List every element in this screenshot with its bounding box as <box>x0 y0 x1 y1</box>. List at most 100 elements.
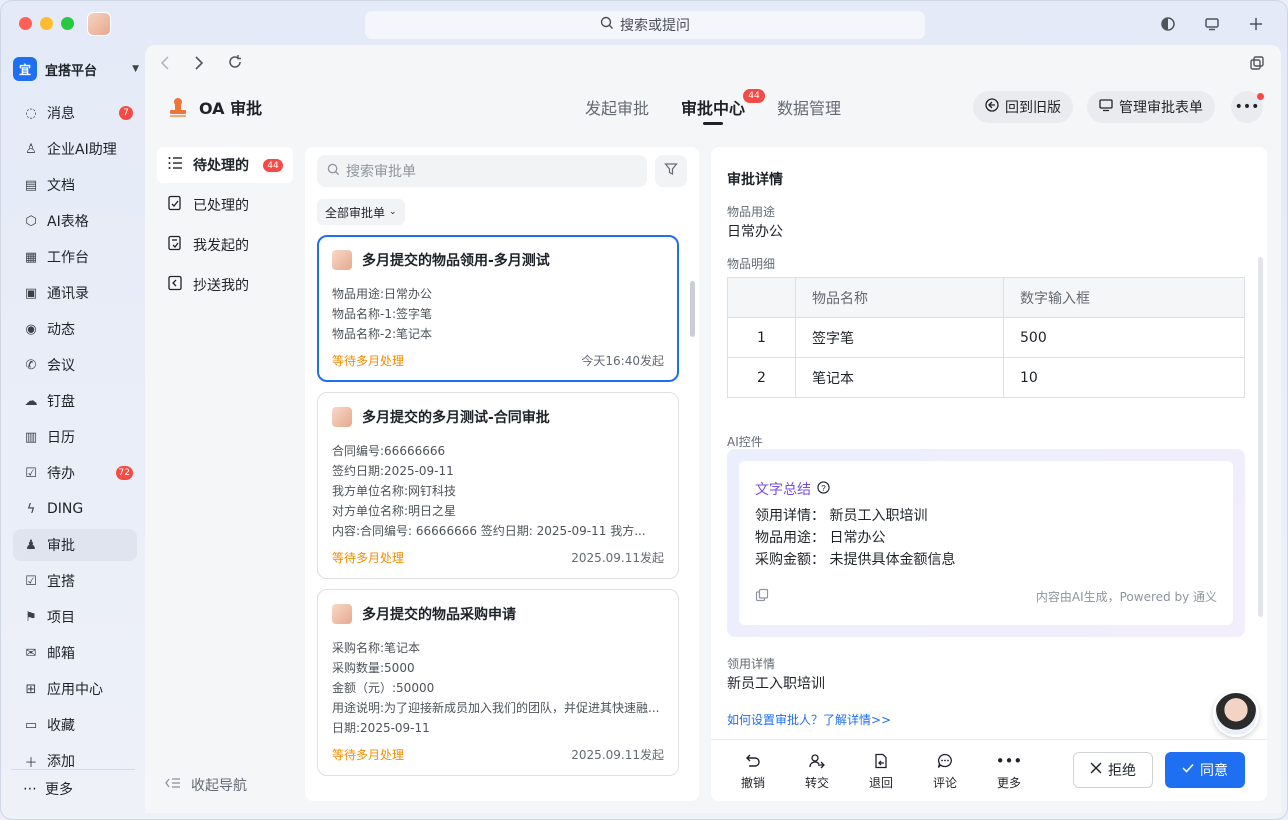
sidebar-more[interactable]: ⋯ 更多 <box>23 779 73 799</box>
list-scrollbar[interactable] <box>690 281 695 337</box>
sidebar-item-1[interactable]: ♙ 企业AI助理 <box>13 133 137 165</box>
bolt-icon: ϟ <box>26 501 36 517</box>
tab-approval-center[interactable]: 审批中心 44 <box>681 89 766 125</box>
usage-label: 物品用途 <box>727 205 776 219</box>
sidebar-item-label: 工作台 <box>47 250 89 266</box>
browser-toolbar <box>145 45 1281 83</box>
subnav-initiated[interactable]: 我发起的 <box>157 227 293 263</box>
sidebar-item-18[interactable]: ＋ 添加 <box>13 745 137 777</box>
transfer-button[interactable]: 转交 <box>797 752 837 791</box>
user-avatar[interactable] <box>87 12 111 36</box>
subnav-pending[interactable]: 待处理的 44 <box>157 147 293 183</box>
card-title-text: 多月提交的物品采购申请 <box>362 607 516 623</box>
collapse-nav-button[interactable]: 收起导航 <box>165 775 247 795</box>
grid-icon: ▦ <box>24 249 38 265</box>
back-to-old-button[interactable]: 回到旧版 <box>973 91 1073 123</box>
card-field: 日期:2025-09-11 <box>332 721 430 735</box>
stamp-icon <box>167 96 189 118</box>
subnav-cc[interactable]: 抄送我的 <box>157 267 293 303</box>
list-search-input[interactable]: 搜索审批单 <box>317 155 647 187</box>
sidebar-item-6[interactable]: ◉ 动态 <box>13 313 137 345</box>
reject-button[interactable]: 拒绝 <box>1073 752 1153 788</box>
sidebar-item-0[interactable]: ◌ 消息 7 <box>13 97 137 129</box>
plus-icon[interactable] <box>1245 13 1267 35</box>
sidebar-item-5[interactable]: ▣ 通讯录 <box>13 277 137 309</box>
maximize-window-button[interactable] <box>61 17 74 30</box>
comment-button[interactable]: 评论 <box>925 752 965 791</box>
sidebar-item-label: 日历 <box>47 430 75 446</box>
refresh-icon[interactable] <box>227 54 243 74</box>
filter-button[interactable] <box>655 155 687 187</box>
table-cell: 签字笔 <box>795 317 1004 358</box>
manage-forms-button[interactable]: 管理审批表单 <box>1087 91 1215 123</box>
ai-control-label: AI控件 <box>727 435 763 449</box>
close-window-button[interactable] <box>19 17 32 30</box>
box-icon: ▭ <box>24 717 38 733</box>
check-icon: ☑ <box>25 465 37 481</box>
subnav-label: 我发起的 <box>193 238 249 254</box>
apps-icon: ⊞ <box>25 681 37 697</box>
subnav-processed[interactable]: 已处理的 <box>157 187 293 223</box>
copy-icon[interactable] <box>755 588 769 605</box>
action-label: 退回 <box>868 776 893 790</box>
approval-card[interactable]: 多月提交的物品采购申请 采购名称:笔记本 采购数量:5000 金额（元）:50000 用… <box>317 589 679 776</box>
card-title: 多月提交的多月测试-合同审批 <box>332 407 664 427</box>
theme-icon[interactable] <box>1157 13 1179 35</box>
org-switcher[interactable]: 宜 宜搭平台 ▼ <box>13 57 139 81</box>
forward-icon[interactable] <box>193 55 205 74</box>
phone-icon: ✆ <box>25 357 37 373</box>
card-field: 内容:合同编号: 66666666 签约日期: 2025-09-11 我方... <box>332 524 646 538</box>
search-icon <box>600 16 614 34</box>
sidebar-item-8[interactable]: ☁ 钉盘 <box>13 385 137 417</box>
sidebar-item-14[interactable]: ⚑ 项目 <box>13 601 137 633</box>
sidebar-item-label: AI表格 <box>47 214 89 230</box>
sidebar-item-9[interactable]: ▥ 日历 <box>13 421 137 453</box>
doc-check-icon <box>167 195 183 215</box>
open-window-icon[interactable] <box>1249 55 1265 75</box>
sidebar-item-15[interactable]: ✉ 邮箱 <box>13 637 137 669</box>
header-more-button[interactable]: ••• <box>1231 91 1264 123</box>
sidebar-item-13[interactable]: ☑ 宜搭 <box>13 565 137 597</box>
detail-heading: 审批详情 <box>727 172 783 188</box>
sidebar-nav: ◌ 消息 7 ♙ 企业AI助理 ▤ 文档 ⬡ AI表格 ▦ 工作台 ▣ 通讯录 ◉ 动态 ✆ 会议 ☁ 钉盘 ▥ 日历 ☑… <box>13 97 137 781</box>
tab-data-management[interactable]: 数据管理 <box>777 95 841 125</box>
minimize-window-button[interactable] <box>40 17 53 30</box>
agree-button[interactable]: 同意 <box>1165 752 1245 788</box>
help-link[interactable]: 如何设置审批人？了解详情>> <box>727 711 891 728</box>
sidebar-item-11[interactable]: ϟ DING <box>13 493 137 525</box>
approval-card[interactable]: 多月提交的多月测试-合同审批 合同编号:66666666 签约日期:2025-09-… <box>317 392 679 579</box>
sidebar-item-3[interactable]: ⬡ AI表格 <box>13 205 137 237</box>
back-icon[interactable] <box>159 55 171 74</box>
items-table: 物品名称 数字输入框 1 签字笔 500 2 笔记本 10 <box>727 277 1245 398</box>
global-search[interactable]: 搜索或提问 <box>365 11 925 39</box>
detail-scrollbar[interactable] <box>1258 257 1263 617</box>
sidebar-item-16[interactable]: ⊞ 应用中心 <box>13 673 137 705</box>
list-icon <box>167 155 183 175</box>
more-actions-button[interactable]: ••• 更多 <box>989 752 1029 791</box>
return-button[interactable]: 退回 <box>861 752 901 791</box>
org-name: 宜搭平台 <box>45 63 98 79</box>
revoke-button[interactable]: 撤销 <box>733 752 773 791</box>
more-icon: ••• <box>995 752 1023 770</box>
org-logo: 宜 <box>13 57 37 81</box>
card-field: 用途说明:为了迎接新成员加入我们的团队，并促进其快速融... <box>332 701 660 715</box>
ai-summary-line: 物品用途： 日常办公 <box>755 530 886 546</box>
window-controls <box>19 17 74 30</box>
approval-card[interactable]: 多月提交的物品领用-多月测试 物品用途:日常办公 物品名称-1:签字笔 物品名称-2:… <box>317 235 679 382</box>
sidebar-item-10[interactable]: ☑ 待办 72 <box>13 457 137 489</box>
sidebar-item-12[interactable]: ♟ 审批 <box>13 529 137 561</box>
tab-initiate[interactable]: 发起审批 <box>585 95 649 125</box>
approval-type-dropdown[interactable]: 全部审批单 ⌄ <box>317 199 405 225</box>
collapse-nav-label: 收起导航 <box>191 778 247 794</box>
screen-share-icon[interactable] <box>1201 13 1223 35</box>
approval-subnav: 待处理的 44 已处理的 我发起的 抄送我的 <box>157 147 293 307</box>
sidebar-item-17[interactable]: ▭ 收藏 <box>13 709 137 741</box>
card-time: 2025.09.11发起 <box>571 551 664 565</box>
help-icon[interactable]: ? <box>817 480 830 498</box>
sidebar-item-label: 收藏 <box>47 718 75 734</box>
chevron-down-icon: ▼ <box>132 64 139 74</box>
sidebar-item-7[interactable]: ✆ 会议 <box>13 349 137 381</box>
sidebar-item-2[interactable]: ▤ 文档 <box>13 169 137 201</box>
ai-assistant-avatar[interactable] <box>1213 691 1259 737</box>
sidebar-item-4[interactable]: ▦ 工作台 <box>13 241 137 273</box>
